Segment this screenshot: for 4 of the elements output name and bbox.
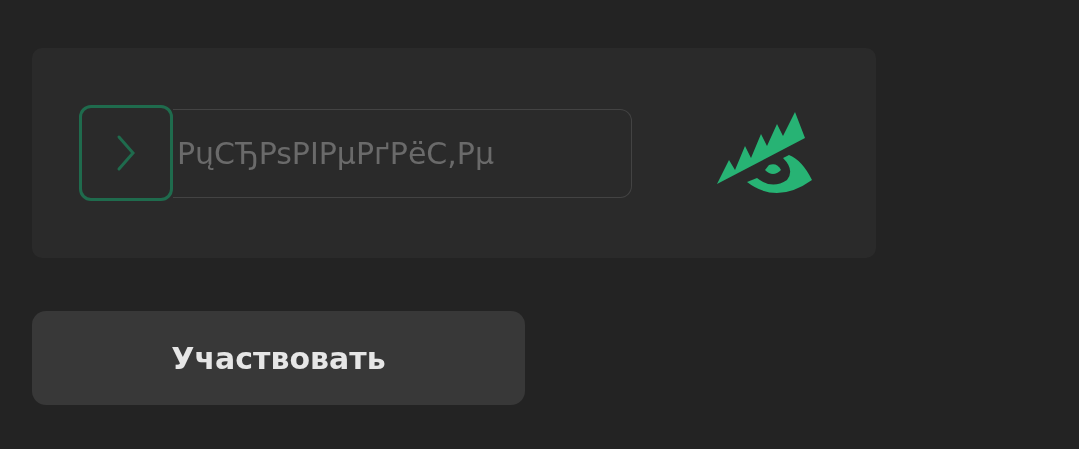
- participate-button[interactable]: Участвовать: [32, 311, 525, 405]
- spiked-eye-icon: [717, 110, 812, 196]
- chevron-button[interactable]: [79, 105, 173, 201]
- text-field[interactable]: PųCЂPsPIPµPґPёC,Pµ: [173, 108, 632, 198]
